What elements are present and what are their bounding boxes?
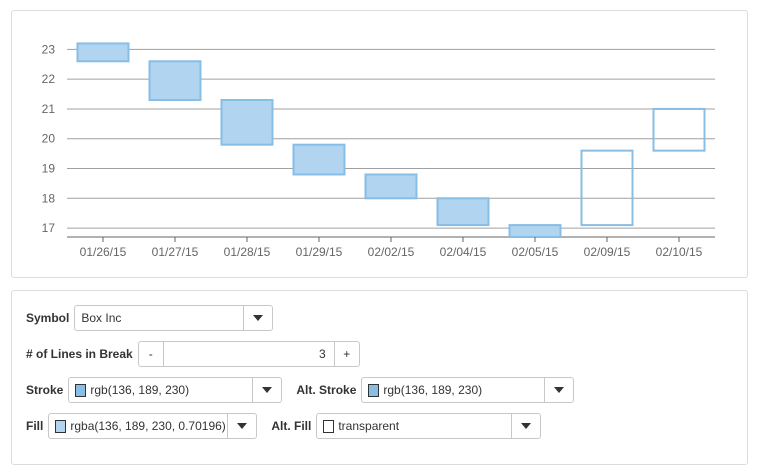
down-box [508, 224, 562, 238]
x-tick-label: 01/26/15 [80, 245, 127, 259]
y-tick-label: 17 [42, 221, 56, 235]
x-tick-label: 02/05/15 [512, 245, 559, 259]
y-tick-label: 19 [42, 162, 56, 176]
y-tick-label: 21 [42, 102, 56, 116]
x-tick-label: 01/28/15 [224, 245, 271, 259]
alt-fill-value: transparent [338, 419, 400, 433]
x-tick-label: 01/27/15 [152, 245, 199, 259]
alt-stroke-label: Alt. Stroke [296, 383, 357, 397]
fill-select[interactable]: rgba(136, 189, 230, 0.70196) [48, 413, 258, 439]
decrement-button[interactable]: - [137, 341, 164, 367]
fill-swatch [55, 419, 67, 433]
y-tick-label: 18 [42, 191, 56, 205]
alt-fill-dropdown-button[interactable] [511, 414, 540, 438]
stroke-dropdown-button[interactable] [252, 378, 281, 402]
alt-fill-label: Alt. Fill [271, 419, 312, 433]
fill-row: Fill rgba(136, 189, 230, 0.70196) Alt. F… [26, 413, 542, 439]
controls-panel: Symbol Box Inc # of Lines in Break - 3 +… [11, 290, 748, 465]
x-tick-label: 02/04/15 [440, 245, 487, 259]
down-box [292, 143, 346, 176]
alt-fill-select[interactable]: transparent [316, 413, 542, 439]
down-box [220, 99, 274, 146]
x-tick-label: 01/29/15 [296, 245, 343, 259]
y-tick-label: 20 [42, 132, 56, 146]
increment-button[interactable]: + [333, 341, 360, 367]
symbol-select[interactable]: Box Inc [74, 305, 274, 331]
x-tick-label: 02/10/15 [656, 245, 703, 259]
fill-label: Fill [26, 419, 44, 433]
chevron-down-icon [554, 387, 565, 393]
stroke-select[interactable]: rgb(136, 189, 230) [68, 377, 283, 403]
alt-stroke-dropdown-button[interactable] [544, 378, 573, 402]
alt-stroke-value: rgb(136, 189, 230) [383, 383, 483, 397]
stroke-row: Stroke rgb(136, 189, 230) Alt. Stroke rg… [26, 377, 575, 403]
alt-fill-swatch [323, 419, 335, 433]
x-tick-label: 02/09/15 [584, 245, 631, 259]
symbol-label: Symbol [26, 311, 70, 325]
alt-stroke-swatch [368, 383, 380, 397]
chevron-down-icon [237, 423, 248, 429]
alt-stroke-select[interactable]: rgb(136, 189, 230) [361, 377, 575, 403]
lines-in-break-label: # of Lines in Break [26, 347, 133, 361]
symbol-value: Box Inc [81, 311, 122, 325]
y-tick-label: 22 [42, 72, 56, 86]
symbol-row: Symbol Box Inc [26, 305, 274, 331]
symbol-dropdown-button[interactable] [243, 306, 272, 330]
down-box [364, 173, 418, 200]
chevron-down-icon [262, 387, 273, 393]
chevron-down-icon [253, 315, 264, 321]
stroke-value: rgb(136, 189, 230) [90, 383, 190, 397]
down-box [436, 197, 490, 227]
down-box [148, 60, 202, 102]
chevron-down-icon [521, 423, 532, 429]
fill-value: rgba(136, 189, 230, 0.70196) [70, 419, 226, 433]
lines-in-break-input[interactable]: 3 [163, 341, 334, 367]
lines-in-break-row: # of Lines in Break - 3 + [26, 341, 360, 367]
line-break-chart: 17 18 19 20 21 22 23 01/26/15 01/27/15 01/28/15 01… [42, 42, 715, 259]
chart-panel: 17 18 19 20 21 22 23 01/26/15 01/27/15 01/28/15 01… [11, 10, 748, 278]
fill-dropdown-button[interactable] [227, 414, 256, 438]
x-tick-label: 02/02/15 [368, 245, 415, 259]
up-box [580, 149, 634, 227]
up-box [652, 107, 706, 152]
down-box [76, 42, 130, 63]
y-tick-label: 23 [42, 42, 56, 56]
stroke-label: Stroke [26, 383, 64, 397]
stroke-swatch [75, 383, 87, 397]
